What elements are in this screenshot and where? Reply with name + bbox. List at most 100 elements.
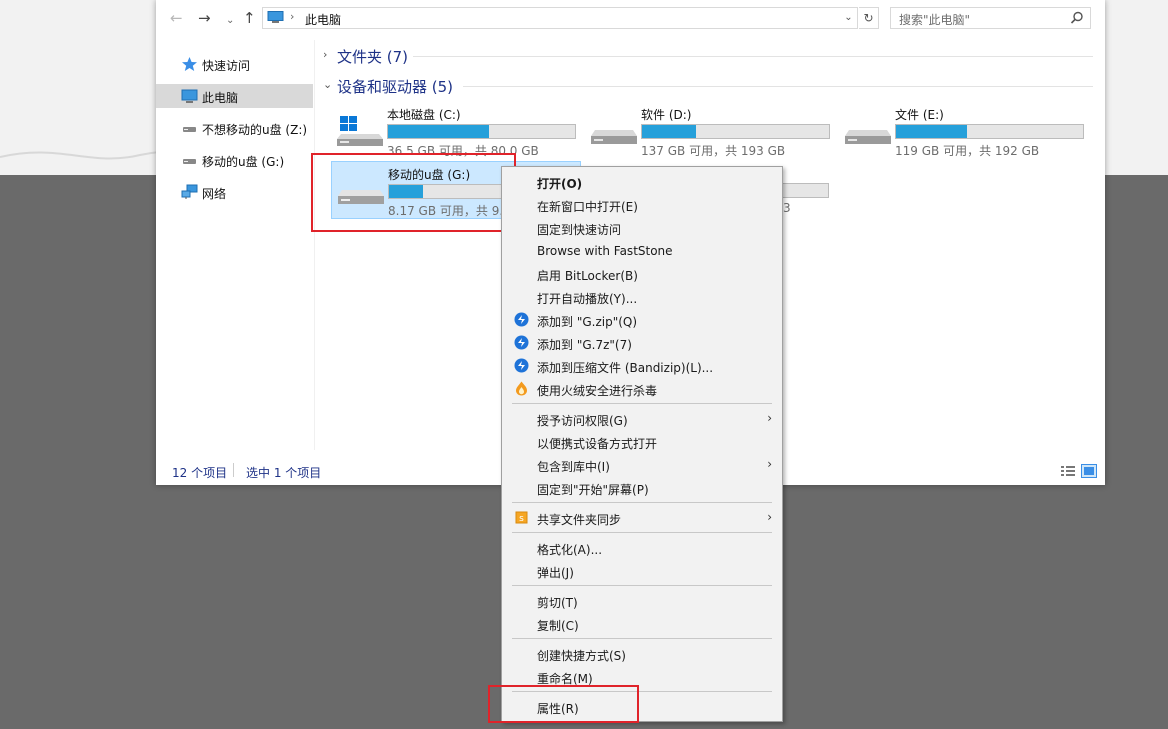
drive-tile-d[interactable]: 软件 (D:) 137 GB 可用，共 193 GB xyxy=(585,102,835,160)
highlight-box-drive xyxy=(311,153,516,232)
windows-drive-icon xyxy=(337,116,383,146)
pane-divider[interactable] xyxy=(314,40,315,450)
group-title: 文件夹 (7) xyxy=(337,48,409,66)
up-arrow-icon[interactable]: ↑ xyxy=(243,9,256,27)
menu-item-pin-quick-access[interactable]: 固定到快速访问 xyxy=(504,217,780,239)
menu-item-label: 创建快捷方式(S) xyxy=(537,649,626,663)
menu-item-label: 使用火绒安全进行杀毒 xyxy=(537,384,658,398)
menu-item-label: Browse with FastStone xyxy=(537,244,673,258)
menu-item-huorong-scan[interactable]: 使用火绒安全进行杀毒 xyxy=(504,378,780,400)
drive-tile-e[interactable]: 文件 (E:) 119 GB 可用，共 192 GB xyxy=(839,102,1089,160)
menu-separator xyxy=(512,585,772,586)
group-folders[interactable]: › 文件夹 (7) xyxy=(323,46,1093,66)
menu-item-label: 添加到压缩文件 (Bandizip)(L)... xyxy=(537,361,714,375)
menu-item-label: 打开自动播放(Y)... xyxy=(537,292,638,306)
sidebar-item-quick-access[interactable]: 快速访问 xyxy=(156,52,313,76)
menu-item-autoplay[interactable]: 打开自动播放(Y)... xyxy=(504,286,780,308)
drive-usage-bar xyxy=(387,124,576,139)
sidebar-item-drive-z[interactable]: 不想移动的u盘 (Z:) xyxy=(156,116,313,140)
group-title: 设备和驱动器 (5) xyxy=(337,78,454,96)
menu-separator xyxy=(512,502,772,503)
hidden-drive-free-fragment: 3 xyxy=(783,201,791,215)
menu-separator xyxy=(512,403,772,404)
submenu-arrow-icon: › xyxy=(767,411,772,425)
large-icons-view-icon[interactable] xyxy=(1081,464,1097,478)
sidebar-item-label: 此电脑 xyxy=(202,91,239,105)
usb-drive-icon xyxy=(183,127,196,132)
drive-usage-bar xyxy=(895,124,1084,139)
menu-item-bitlocker[interactable]: 启用 BitLocker(B) xyxy=(504,263,780,285)
selected-count: 选中 1 个项目 xyxy=(246,466,322,480)
search-input[interactable]: 搜索"此电脑" xyxy=(890,7,1091,29)
group-rule xyxy=(413,56,1093,57)
menu-item-add-7z[interactable]: 添加到 "G.7z"(7) xyxy=(504,332,780,354)
menu-item-label: 剪切(T) xyxy=(537,596,578,610)
drive-name: 软件 (D:) xyxy=(641,108,692,122)
refresh-button[interactable]: ↻ xyxy=(859,7,879,29)
hard-drive-icon xyxy=(591,130,637,144)
recent-locations-chevron-icon[interactable]: ⌄ xyxy=(226,12,234,30)
breadcrumb-path[interactable]: 此电脑 xyxy=(305,11,341,28)
sidebar-item-this-pc[interactable]: 此电脑 xyxy=(156,84,313,108)
group-rule xyxy=(463,86,1093,87)
menu-item-label: 授予访问权限(G) xyxy=(537,414,628,428)
drive-free-space: 137 GB 可用，共 193 GB xyxy=(641,144,786,158)
svg-text:s: s xyxy=(519,514,524,524)
menu-item-label: 格式化(A)... xyxy=(537,543,603,557)
huorong-flame-icon xyxy=(516,381,527,396)
menu-item-grant-access[interactable]: 授予访问权限(G) › xyxy=(504,408,780,430)
menu-item-browse-faststone[interactable]: Browse with FastStone xyxy=(504,240,780,262)
details-view-icon[interactable] xyxy=(1060,464,1076,478)
drive-usage-fill xyxy=(388,125,489,138)
star-icon xyxy=(182,57,197,71)
drive-usage-bar xyxy=(641,124,830,139)
this-pc-icon xyxy=(181,89,198,103)
menu-item-sync-share[interactable]: s 共享文件夹同步 › xyxy=(504,507,780,529)
menu-item-label: 固定到快速访问 xyxy=(537,223,622,237)
drive-free-space: 119 GB 可用，共 192 GB xyxy=(895,144,1040,158)
this-pc-icon xyxy=(267,11,284,23)
menu-item-include-library[interactable]: 包含到库中(I) › xyxy=(504,454,780,476)
address-dropdown-icon[interactable]: ⌄ xyxy=(839,8,857,28)
search-icon[interactable] xyxy=(1070,11,1084,25)
item-count: 12 个项目 xyxy=(172,466,228,480)
menu-item-open-portable[interactable]: 以便携式设备方式打开 xyxy=(504,431,780,453)
menu-item-add-archive[interactable]: 添加到压缩文件 (Bandizip)(L)... xyxy=(504,355,780,377)
menu-item-eject[interactable]: 弹出(J) xyxy=(504,560,780,582)
menu-item-open[interactable]: 打开(O) xyxy=(504,171,780,193)
sidebar-item-label: 不想移动的u盘 (Z:) xyxy=(202,123,308,137)
menu-item-open-new-window[interactable]: 在新窗口中打开(E) xyxy=(504,194,780,216)
sidebar-item-network[interactable]: 网络 xyxy=(156,180,313,204)
hard-drive-icon xyxy=(845,130,891,144)
menu-item-label: 包含到库中(I) xyxy=(537,460,610,474)
sidebar-item-label: 快速访问 xyxy=(202,59,251,73)
menu-item-cut[interactable]: 剪切(T) xyxy=(504,590,780,612)
sidebar-item-drive-g[interactable]: 移动的u盘 (G:) xyxy=(156,148,313,172)
menu-item-label: 复制(C) xyxy=(537,619,579,633)
menu-item-label: 弹出(J) xyxy=(537,566,574,580)
forward-arrow-icon[interactable]: → xyxy=(198,9,211,27)
menu-item-create-shortcut[interactable]: 创建快捷方式(S) xyxy=(504,643,780,665)
menu-item-label: 添加到 "G.zip"(Q) xyxy=(537,315,638,329)
sidebar-item-label: 移动的u盘 (G:) xyxy=(202,155,285,169)
menu-item-label: 启用 BitLocker(B) xyxy=(537,269,638,283)
menu-separator xyxy=(512,638,772,639)
bandizip-icon xyxy=(514,335,529,350)
menu-item-add-zip[interactable]: 添加到 "G.zip"(Q) xyxy=(504,309,780,331)
drive-usage-fill xyxy=(642,125,697,138)
back-arrow-icon[interactable]: ← xyxy=(170,9,183,27)
search-placeholder: 搜索"此电脑" xyxy=(899,13,971,27)
bandizip-icon xyxy=(514,358,529,373)
network-icon xyxy=(181,184,198,199)
group-devices[interactable]: ⌄ 设备和驱动器 (5) xyxy=(323,76,1093,96)
drive-tile-c[interactable]: 本地磁盘 (C:) 36.5 GB 可用，共 80.0 GB xyxy=(331,102,581,160)
chevron-right-icon[interactable]: › xyxy=(323,48,327,61)
submenu-arrow-icon: › xyxy=(767,457,772,471)
menu-item-pin-start[interactable]: 固定到"开始"屏幕(P) xyxy=(504,477,780,499)
menu-item-format[interactable]: 格式化(A)... xyxy=(504,537,780,559)
navigation-bar: ← → ⌄ ↑ › 此电脑 ⌄ ↻ 搜索"此电脑" xyxy=(156,0,1105,36)
chevron-down-icon[interactable]: ⌄ xyxy=(323,78,332,91)
menu-item-copy[interactable]: 复制(C) xyxy=(504,613,780,635)
breadcrumb-chevron-icon[interactable]: › xyxy=(290,10,294,23)
address-bar[interactable]: › 此电脑 ⌄ xyxy=(262,7,858,29)
